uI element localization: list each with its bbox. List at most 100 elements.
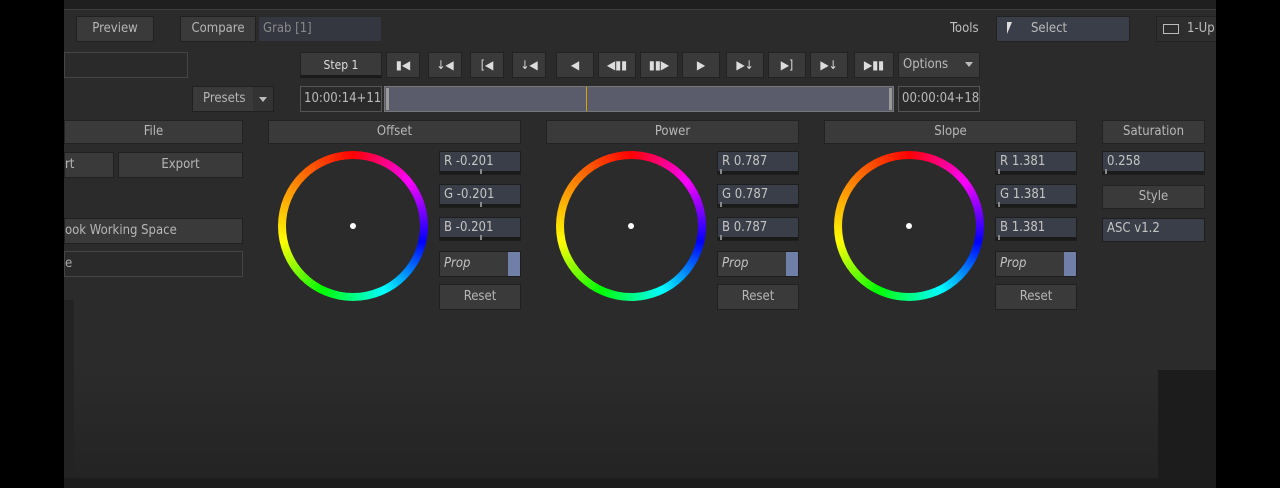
slope-r-slider-thumb[interactable] bbox=[998, 169, 1000, 174]
offset-b-slider-thumb[interactable] bbox=[480, 235, 482, 240]
step-button[interactable]: Step 1 bbox=[300, 52, 382, 78]
color-correction-window: Preview Compare Grab [1] Tools Select 1-… bbox=[64, 0, 1216, 488]
power-b-field[interactable]: B 0.787 bbox=[717, 217, 799, 241]
slope-prop-toggle[interactable]: Prop bbox=[995, 251, 1077, 277]
offset-prop-knob[interactable] bbox=[508, 252, 520, 276]
step-back-button[interactable]: ◀▮▮ bbox=[598, 52, 636, 78]
tools-label: Tools bbox=[950, 21, 979, 36]
slope-color-wheel[interactable] bbox=[834, 151, 984, 301]
offset-r-value: R -0.201 bbox=[444, 154, 494, 169]
saturation-slider-track[interactable] bbox=[1103, 171, 1204, 174]
power-r-slider-thumb[interactable] bbox=[720, 169, 722, 174]
offset-r-slider-thumb[interactable] bbox=[480, 169, 482, 174]
chevron-down-icon bbox=[259, 97, 267, 102]
slope-wheel-handle[interactable] bbox=[906, 223, 912, 229]
scrubber-end-handle[interactable] bbox=[889, 88, 892, 110]
play-button[interactable]: ▶ bbox=[682, 52, 720, 78]
grab-field[interactable]: Grab [1] bbox=[258, 16, 382, 42]
presets-dropdown[interactable]: Presets bbox=[192, 86, 274, 112]
power-b-slider-track[interactable] bbox=[718, 237, 798, 240]
go-to-end-icon: ▶▮▮ bbox=[863, 58, 885, 72]
power-g-slider-track[interactable] bbox=[718, 204, 798, 207]
export-button[interactable]: Export bbox=[118, 152, 243, 178]
slope-b-slider-thumb[interactable] bbox=[998, 235, 1000, 240]
step-forward-button[interactable]: ▮▮▶ bbox=[640, 52, 678, 78]
offset-g-value: G -0.201 bbox=[444, 187, 495, 202]
scrubber-start-handle[interactable] bbox=[386, 88, 389, 110]
offset-r-field[interactable]: R -0.201 bbox=[439, 151, 521, 175]
left-edge bbox=[64, 300, 74, 488]
previous-mark-icon: ↓◀ bbox=[436, 58, 454, 72]
timeline-scrubber[interactable] bbox=[384, 86, 894, 112]
go-to-start-icon: ▮◀ bbox=[395, 58, 411, 72]
power-r-field[interactable]: R 0.787 bbox=[717, 151, 799, 175]
slope-b-slider-track[interactable] bbox=[996, 237, 1076, 240]
slope-b-field[interactable]: B 1.381 bbox=[995, 217, 1077, 241]
slope-r-value: R 1.381 bbox=[1000, 154, 1046, 169]
power-g-slider-thumb[interactable] bbox=[720, 202, 722, 207]
slope-prop-knob[interactable] bbox=[1064, 252, 1076, 276]
offset-prop-toggle[interactable]: Prop bbox=[439, 251, 521, 277]
chevron-down-icon bbox=[965, 62, 973, 67]
working-space-field[interactable]: e bbox=[64, 251, 243, 277]
power-wheel-handle[interactable] bbox=[628, 223, 634, 229]
timecode-in-field[interactable]: 10:00:14+11 bbox=[300, 86, 382, 112]
power-prop-knob[interactable] bbox=[786, 252, 798, 276]
go-to-start-button[interactable]: ▮◀ bbox=[386, 52, 420, 78]
offset-g-slider-thumb[interactable] bbox=[480, 202, 482, 207]
power-b-slider-thumb[interactable] bbox=[720, 235, 722, 240]
power-g-value: G 0.787 bbox=[722, 187, 769, 202]
right-edge bbox=[1158, 370, 1216, 488]
slope-g-field[interactable]: G 1.381 bbox=[995, 184, 1077, 208]
power-r-slider-track[interactable] bbox=[718, 171, 798, 174]
saturation-field[interactable]: 0.258 bbox=[1102, 151, 1205, 175]
import-button[interactable]: rt bbox=[64, 152, 114, 178]
playhead[interactable] bbox=[586, 87, 587, 111]
power-color-wheel[interactable] bbox=[556, 151, 706, 301]
options-dropdown[interactable]: Options bbox=[898, 52, 980, 78]
options-label: Options bbox=[903, 57, 949, 72]
presets-label: Presets bbox=[203, 91, 246, 106]
compare-button[interactable]: Compare bbox=[180, 16, 256, 42]
power-g-field[interactable]: G 0.787 bbox=[717, 184, 799, 208]
slope-r-slider-track[interactable] bbox=[996, 171, 1076, 174]
previous-edit-icon: ↓◀ bbox=[520, 58, 538, 72]
power-prop-toggle[interactable]: Prop bbox=[717, 251, 799, 277]
previous-edit-button[interactable]: ↓◀ bbox=[512, 52, 546, 78]
slope-g-slider-thumb[interactable] bbox=[998, 202, 1000, 207]
slope-g-slider-track[interactable] bbox=[996, 204, 1076, 207]
next-mark-button[interactable]: ▶↓ bbox=[810, 52, 848, 78]
top-divider bbox=[64, 0, 1216, 10]
play-reverse-icon: ◀ bbox=[570, 58, 580, 72]
offset-color-wheel[interactable] bbox=[278, 151, 428, 301]
power-reset-button[interactable]: Reset bbox=[717, 284, 799, 310]
cursor-icon bbox=[1007, 22, 1012, 34]
slope-r-field[interactable]: R 1.381 bbox=[995, 151, 1077, 175]
bottom-edge bbox=[64, 478, 1216, 488]
saturation-slider-thumb[interactable] bbox=[1105, 169, 1107, 174]
mark-in-button[interactable]: [◀ bbox=[470, 52, 504, 78]
style-field[interactable]: ASC v1.2 bbox=[1102, 218, 1205, 242]
name-field[interactable] bbox=[64, 52, 188, 78]
step-forward-icon: ▮▮▶ bbox=[648, 58, 670, 72]
select-tool-button[interactable]: Select bbox=[996, 16, 1130, 42]
offset-b-field[interactable]: B -0.201 bbox=[439, 217, 521, 241]
style-header: Style bbox=[1102, 185, 1205, 209]
offset-wheel-handle[interactable] bbox=[350, 223, 356, 229]
offset-reset-button[interactable]: Reset bbox=[439, 284, 521, 310]
play-reverse-button[interactable]: ◀ bbox=[556, 52, 594, 78]
go-to-end-button[interactable]: ▶▮▮ bbox=[854, 52, 894, 78]
select-tool-label: Select bbox=[1031, 21, 1068, 36]
layout-button[interactable]: 1-Up bbox=[1156, 16, 1216, 42]
offset-b-value: B -0.201 bbox=[444, 220, 494, 235]
offset-g-field[interactable]: G -0.201 bbox=[439, 184, 521, 208]
play-icon: ▶ bbox=[696, 58, 706, 72]
working-space-button[interactable]: ook Working Space bbox=[64, 218, 243, 244]
mark-out-button[interactable]: ▶] bbox=[768, 52, 806, 78]
previous-mark-button[interactable]: ↓◀ bbox=[428, 52, 462, 78]
power-r-value: R 0.787 bbox=[722, 154, 768, 169]
slope-reset-button[interactable]: Reset bbox=[995, 284, 1077, 310]
next-edit-button[interactable]: ▶↓ bbox=[726, 52, 764, 78]
preview-button[interactable]: Preview bbox=[76, 16, 154, 42]
timecode-duration-field[interactable]: 00:00:04+18 bbox=[898, 86, 980, 112]
